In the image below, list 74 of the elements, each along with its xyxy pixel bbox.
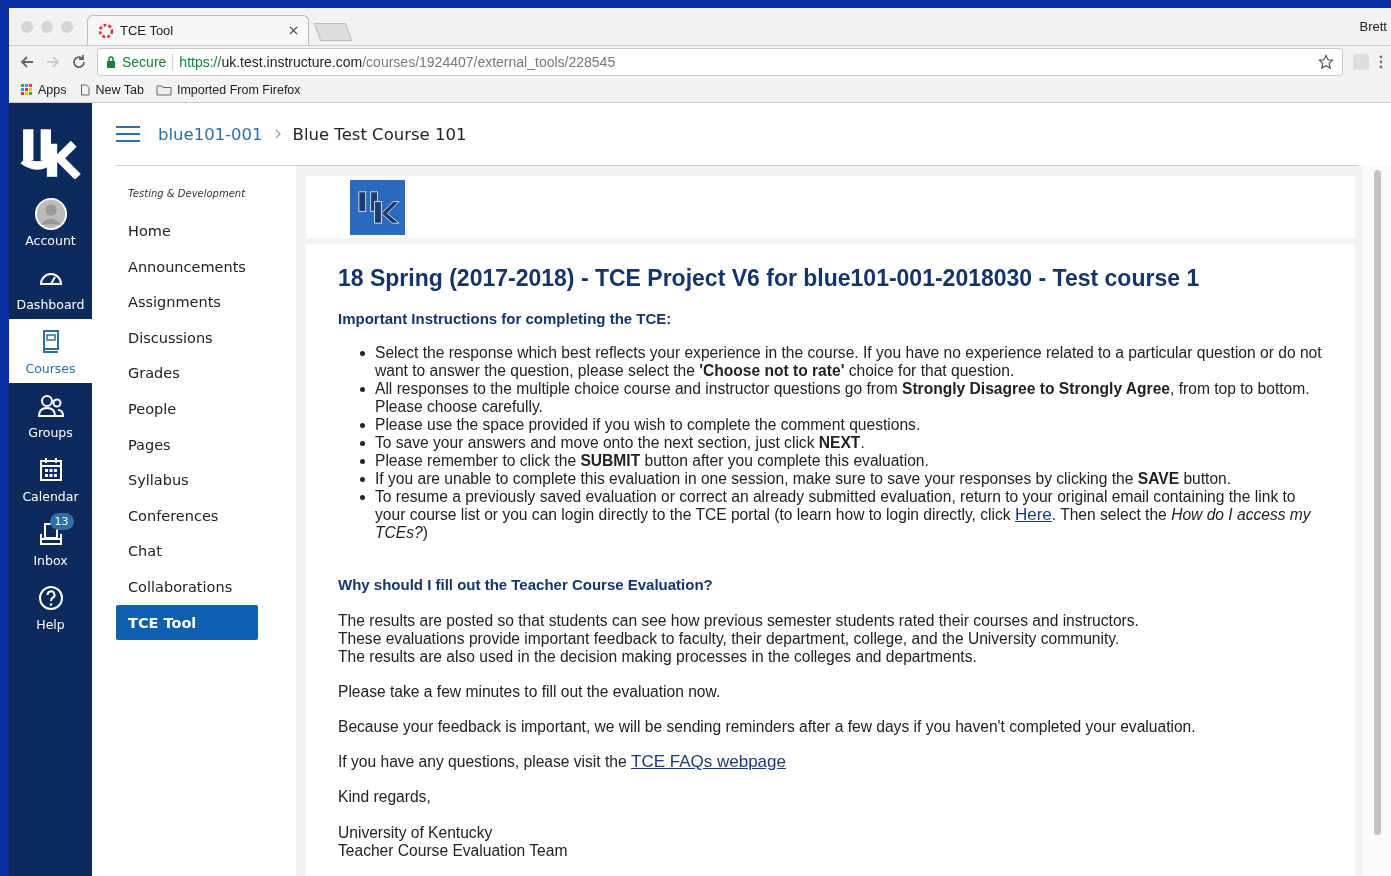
instruction-text: Please use the space provided if you wish to complete the comment questions. <box>375 416 921 434</box>
course-nav-link[interactable]: Conferences <box>116 497 258 534</box>
term-label: Testing & Development <box>127 188 247 201</box>
signature-line: Teacher Course Evaluation Team <box>338 842 569 860</box>
chevron-icon <box>274 129 281 139</box>
bullet-icon <box>360 423 365 428</box>
signature-line: University of Kentucky <box>338 824 494 842</box>
instruction-text: To save your answers and move onto the next section, just click NEXT. <box>375 434 865 452</box>
bullet-icon <box>360 441 365 446</box>
instruction-text: If you are unable to complete this evaluation in one session, make sure to save your responses by clicking the SAVE button. <box>375 470 1232 488</box>
avatar-icon <box>33 196 68 232</box>
people-icon <box>36 392 65 420</box>
global-nav-item[interactable]: 13 Inbox <box>9 511 92 575</box>
menu-icon[interactable] <box>116 125 140 143</box>
bookmark-star-icon[interactable] <box>1318 53 1334 70</box>
breadcrumb-current: Blue Test Course 101 <box>292 124 467 144</box>
body-text: The results are also used in the decision making processes in the colleges and departments. <box>338 648 978 666</box>
course-nav-link[interactable]: People <box>116 390 258 427</box>
instruction-text: To resume a previously saved evaluation or correct an already submitted evaluation, return to your original email containing the link to your course list or you can login directly to the TCE portal (to learn how to login directly, click Here. Then select the How do I access my TCEs?) <box>375 488 1312 542</box>
bullet-icon <box>360 459 365 464</box>
course-nav-link[interactable]: Chat <box>116 533 258 569</box>
instruction-text: All responses to the multiple choice course and instructor questions go from Strongly Disagree to Strongly Agree, from top to bottom. Please choose carefully. <box>375 380 1311 416</box>
here-link[interactable]: Here <box>1014 505 1052 524</box>
instruction-text: Please remember to click the SUBMIT button after you complete this evaluation. <box>375 452 929 470</box>
scrollbar-thumb[interactable] <box>1373 170 1381 835</box>
body-text: Because your feedback is important, we will be sending reminders after a few days if you haven't completed your evaluation. <box>338 718 1197 736</box>
course-nav-link[interactable]: Home <box>116 213 258 249</box>
bookmark-item[interactable]: New Tab <box>78 82 144 97</box>
section-heading: Important Instructions for completing the TCE: <box>338 310 673 328</box>
bookmark-item[interactable]: Apps <box>21 82 67 97</box>
course-nav-link[interactable]: Announcements <box>116 248 258 285</box>
global-nav-item[interactable]: Account <box>9 191 92 255</box>
body-text: The results are posted so that students can see how previous semester students rated their courses and instructors. <box>338 612 1140 630</box>
section-heading: Why should I fill out the Teacher Course Evaluation? <box>338 576 714 594</box>
favicon-icon <box>98 22 114 39</box>
course-nav-link[interactable]: Grades <box>116 355 258 391</box>
browser-tab[interactable]: TCE Tool <box>87 15 309 45</box>
course-nav-link[interactable]: Collaborations <box>116 568 258 605</box>
bullet-icon <box>360 477 365 482</box>
unread-count-badge: 13 <box>49 513 74 530</box>
body-text: Please take a few minutes to fill out the evaluation now. <box>338 683 722 701</box>
bullet-icon <box>360 387 365 392</box>
bullet-icon <box>360 351 365 356</box>
back-icon[interactable] <box>19 53 35 70</box>
global-nav-item[interactable]: Dashboard <box>9 255 92 319</box>
global-nav-item[interactable]: Groups <box>9 383 92 447</box>
folder-icon <box>155 83 172 96</box>
course-nav-link[interactable]: Pages <box>116 426 258 463</box>
lock-icon <box>106 55 116 68</box>
global-nav-item[interactable]: Help <box>9 575 92 639</box>
bookmark-item[interactable]: Imported From Firefox <box>155 82 301 97</box>
body-text: If you have any questions, please visit the TCE FAQs webpage <box>338 753 787 771</box>
reload-icon[interactable] <box>71 53 87 70</box>
university-logo <box>350 179 405 235</box>
page-icon <box>78 83 91 96</box>
body-text: These evaluations provide important feedback to faculty, their department, college, and the University community. <box>338 630 1121 648</box>
apps-grid-icon <box>21 83 33 96</box>
faq-link[interactable]: TCE FAQs webpage <box>631 752 786 771</box>
close-icon[interactable] <box>289 26 298 35</box>
course-nav-link[interactable]: Discussions <box>116 319 258 356</box>
address-bar[interactable]: Secure https://uk.test.instructure.com/courses/1924407/external_tools/228545 <box>97 47 1343 76</box>
course-nav-link[interactable]: Syllabus <box>116 462 258 498</box>
global-nav-item[interactable]: Calendar <box>9 447 92 511</box>
instruction-text: Select the response which best reflects your experience in the course. If you have no experience related to a particular question or do not want to answer the question, please select the 'Choose not to rate' choice for that question. <box>375 344 1323 380</box>
course-nav-link[interactable]: TCE Tool <box>116 604 258 641</box>
body-text: Kind regards, <box>338 788 432 806</box>
page-title: 18 Spring (2017-2018) - TCE Project V6 for blue101-001-2018030 - Test course 1 <box>338 264 1201 292</box>
help-icon <box>36 584 65 612</box>
course-nav-link[interactable]: Assignments <box>116 284 258 320</box>
breadcrumb-link[interactable]: blue101-001 <box>158 124 263 144</box>
profile-name[interactable]: Brett <box>1359 19 1387 34</box>
global-nav-item[interactable]: Courses <box>9 319 92 383</box>
bullet-icon <box>360 495 365 500</box>
menu-icon[interactable] <box>1379 53 1383 70</box>
